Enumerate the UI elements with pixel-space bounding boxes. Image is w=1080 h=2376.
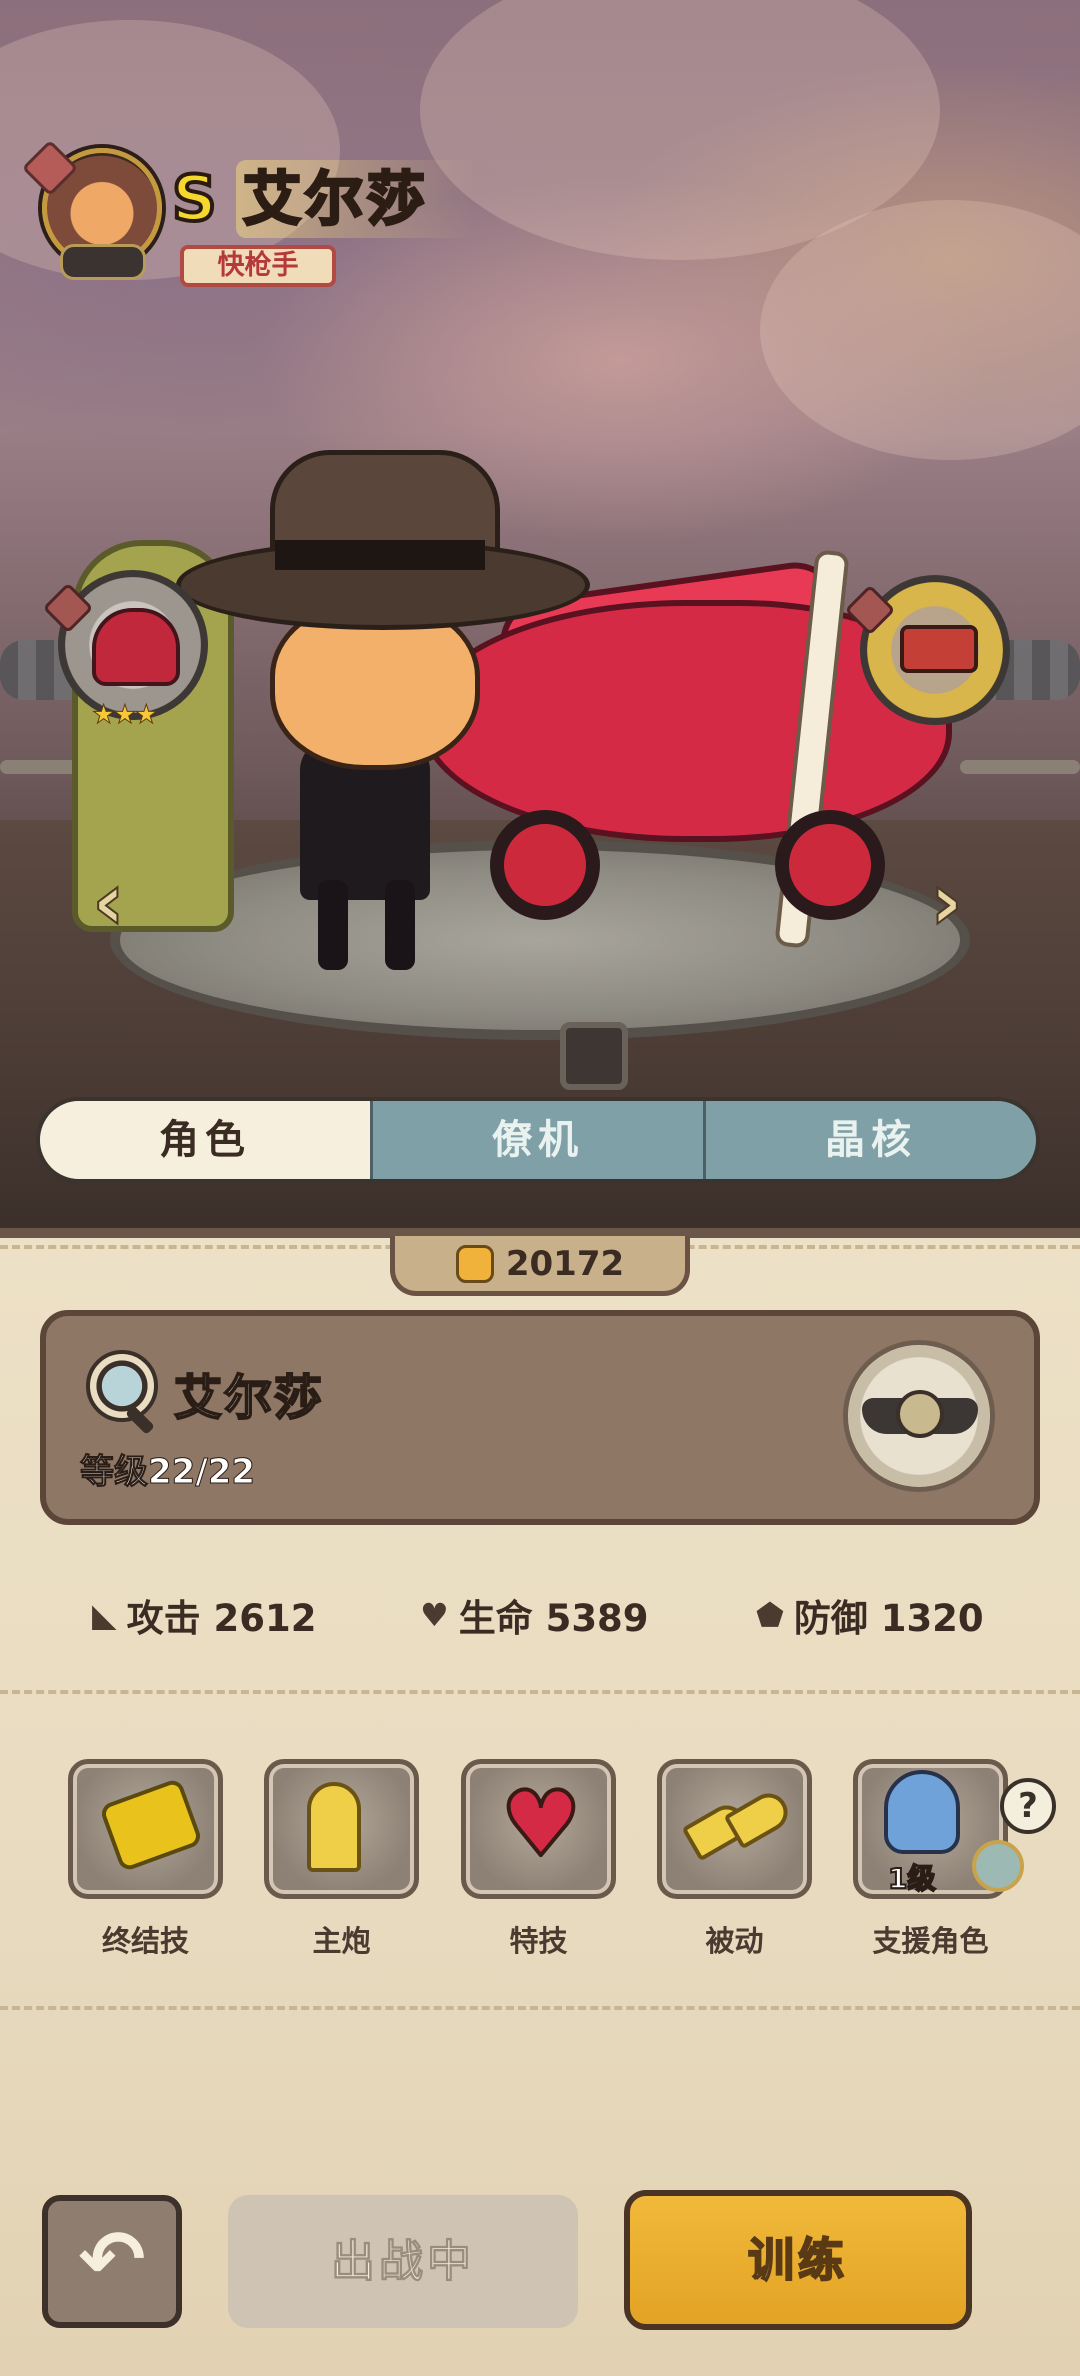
plane-wheel (775, 810, 885, 920)
chevron-left-icon[interactable]: ‹ (91, 861, 126, 943)
stat-defense-label: 防御 1320 (793, 1597, 984, 1640)
platform-knob (560, 1022, 628, 1090)
stat-health: ♥ 生命 5389 (420, 1588, 649, 1642)
stitch-divider (0, 2006, 1080, 2010)
stitch-divider (0, 1690, 1080, 1694)
stat-defense: ⬟ 防御 1320 (756, 1588, 984, 1642)
wing-badge-icon (60, 244, 146, 280)
heart-icon: ♥ (420, 1596, 449, 1634)
help-icon[interactable]: ? (1000, 1778, 1056, 1834)
class-tag: 快枪手 (180, 245, 336, 287)
deployed-button[interactable]: 出战中 (228, 2195, 578, 2328)
skill-passive-label: 被动 (705, 1924, 764, 1958)
star-rating: ★★★ (92, 700, 159, 731)
support-badge-icon (972, 1840, 1024, 1892)
tab-character[interactable]: 角色 (40, 1101, 370, 1179)
support-pilot-icon (884, 1770, 960, 1854)
tab-bar: 角色 僚机 晶核 (36, 1097, 1040, 1183)
stat-attack: ◣ 攻击 2612 (92, 1588, 316, 1642)
info-character-name: 艾尔莎 (173, 1369, 325, 1427)
shield-icon: ⬟ (756, 1596, 784, 1634)
rail (960, 760, 1080, 774)
currency-display: 20172 (390, 1236, 690, 1296)
twin-bullets-icon (681, 1786, 795, 1862)
support-level: 1级 (887, 1861, 937, 1896)
gun-weapon-icon (900, 625, 978, 673)
stat-attack-label: 攻击 2612 (126, 1597, 317, 1640)
character-leg (385, 880, 415, 970)
skill-special-label: 特技 (509, 1924, 568, 1958)
tab-core[interactable]: 晶核 (703, 1101, 1036, 1179)
bullet-icon (307, 1782, 361, 1872)
hat-band-art (275, 540, 485, 570)
skill-main-cannon-label: 主炮 (312, 1924, 371, 1958)
tab-wingman[interactable]: 僚机 (370, 1101, 703, 1179)
level-text: 等级22/22 (79, 1452, 256, 1493)
magnifier-icon[interactable] (86, 1350, 158, 1422)
skill-ultimate-label: 终结技 (101, 1924, 189, 1958)
train-button[interactable]: 训练 (624, 2190, 972, 2330)
heart-gem-icon: ♥ (499, 1772, 584, 1877)
plane-wheel (490, 810, 600, 920)
back-button[interactable]: ↶ (42, 2195, 182, 2328)
hero-showcase: S 艾尔莎 快枪手 ★★★ ‹ › (0, 0, 1080, 1230)
attack-icon: ◣ (92, 1596, 117, 1634)
emblem-core-icon (896, 1390, 944, 1438)
mushroom-weapon-icon (92, 608, 180, 686)
chevron-right-icon[interactable]: › (929, 861, 964, 943)
character-name: 艾尔莎 (241, 165, 430, 233)
fist-icon (455, 1244, 494, 1283)
rank-badge: S (170, 162, 219, 235)
skill-support-label: 支援角色 (872, 1924, 989, 1958)
currency-value: 20172 (505, 1243, 625, 1284)
stat-health-label: 生命 5389 (458, 1597, 649, 1640)
character-leg (318, 880, 348, 970)
